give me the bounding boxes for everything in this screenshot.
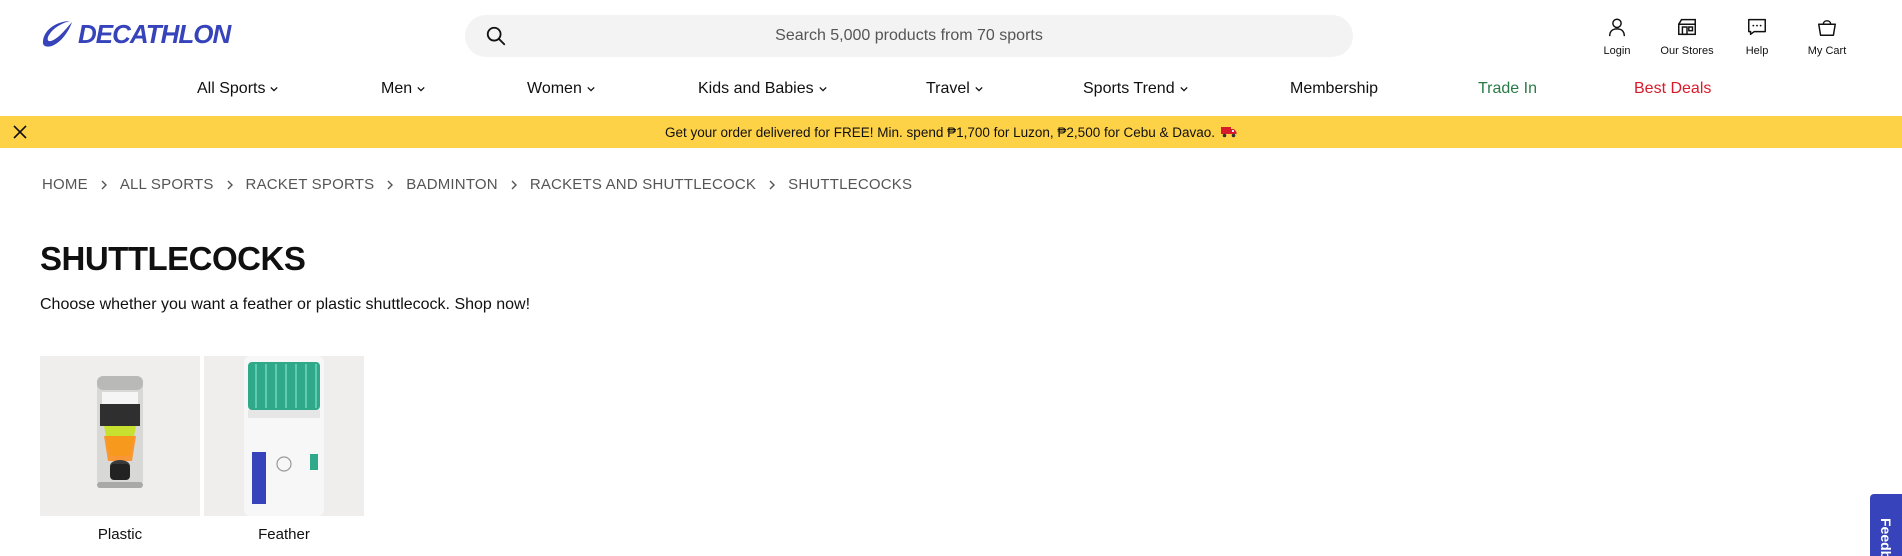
nav-item-label: Travel (926, 80, 970, 97)
nav-item-label: Men (381, 80, 413, 97)
logo-text: DECATHLON (78, 18, 231, 49)
chevron-down-icon (417, 86, 425, 92)
page-title: SHUTTLECOCKS (40, 240, 306, 277)
nav-item-kids-and-babies[interactable]: Kids and Babies (698, 80, 827, 98)
category-label-feather: Feather (258, 526, 310, 543)
our-stores-label: Our Stores (1660, 45, 1714, 57)
breadcrumb-shuttlecocks[interactable]: SHUTTLECOCKS (788, 176, 912, 193)
promo-banner: Get your order delivered for FREE! Min. … (0, 116, 1902, 148)
breadcrumb: HOME ALL SPORTS RACKET SPORTS BADMINTON … (42, 176, 912, 193)
chevron-right-icon (769, 180, 776, 189)
chevron-down-icon (587, 86, 595, 92)
nav-item-men[interactable]: Men (381, 80, 425, 98)
nav-item-women[interactable]: Women (527, 80, 595, 98)
nav-item-best-deals[interactable]: Best Deals (1634, 80, 1711, 98)
breadcrumb-all-sports[interactable]: ALL SPORTS (120, 176, 214, 193)
breadcrumb-racket-sports[interactable]: RACKET SPORTS (246, 176, 375, 193)
nav-item-label: All Sports (197, 80, 266, 97)
chevron-down-icon (818, 86, 827, 92)
category-card-plastic[interactable]: Plastic (40, 356, 200, 543)
login-label: Login (1603, 45, 1631, 57)
chevron-right-icon (101, 180, 107, 189)
chevron-right-icon (387, 180, 394, 189)
help-button[interactable]: Help (1722, 16, 1792, 57)
chevron-right-icon (227, 180, 233, 189)
breadcrumb-badminton[interactable]: BADMINTON (406, 176, 498, 193)
store-icon (1678, 18, 1696, 36)
login-button[interactable]: Login (1582, 16, 1652, 57)
decathlon-logo-icon (42, 21, 72, 47)
nav-item-label: Best Deals (1634, 80, 1712, 97)
delivery-truck-icon (1221, 127, 1237, 138)
feedback-tab[interactable]: Feedback (1870, 494, 1902, 556)
category-cards: Plastic Feather (40, 356, 364, 543)
nav-item-all-sports[interactable]: All Sports (197, 80, 279, 98)
chevron-right-icon (511, 180, 517, 189)
search-bar[interactable] (465, 15, 1353, 57)
search-input[interactable] (465, 15, 1353, 57)
page-description: Choose whether you want a feather or pla… (40, 296, 531, 313)
category-label-plastic: Plastic (97, 526, 143, 543)
decathlon-logo[interactable]: DECATHLON (40, 18, 231, 50)
nav-item-membership[interactable]: Membership (1290, 80, 1378, 98)
plastic-shuttlecock-image (40, 356, 200, 516)
chevron-down-icon (975, 86, 983, 92)
category-card-feather[interactable]: Feather (204, 356, 364, 543)
header-actions: Login Our Stores Help My Cart (1582, 16, 1862, 57)
my-cart-button[interactable]: My Cart (1792, 16, 1862, 57)
nav-item-label: Trade In (1478, 80, 1537, 97)
search-icon[interactable] (485, 25, 507, 47)
main-nav: All Sports Men Women Kids and Babies Tra… (0, 76, 1902, 114)
chat-icon (1748, 18, 1766, 36)
chevron-down-icon (270, 86, 279, 92)
help-label: Help (1745, 45, 1769, 57)
my-cart-label: My Cart (1807, 45, 1847, 57)
nav-item-label: Sports Trend (1083, 80, 1175, 97)
feather-shuttlecock-image (204, 356, 364, 516)
nav-item-label: Kids and Babies (698, 80, 814, 97)
our-stores-button[interactable]: Our Stores (1652, 16, 1722, 57)
promo-banner-text: Get your order delivered for FREE! Min. … (664, 124, 1216, 140)
nav-item-label: Women (527, 80, 582, 97)
chevron-down-icon (1179, 86, 1188, 92)
close-icon[interactable] (12, 124, 28, 140)
nav-item-travel[interactable]: Travel (926, 80, 983, 98)
breadcrumb-rackets-and-shuttlecock[interactable]: RACKETS AND SHUTTLECOCK (530, 176, 756, 193)
breadcrumb-home[interactable]: HOME (42, 176, 88, 193)
nav-item-label: Membership (1290, 80, 1379, 97)
cart-icon (1818, 20, 1836, 36)
nav-item-sports-trend[interactable]: Sports Trend (1083, 80, 1188, 98)
site-header: DECATHLON Login Our Stores (0, 0, 1902, 70)
nav-item-trade-in[interactable]: Trade In (1478, 80, 1537, 98)
feedback-label: Feedback (1878, 518, 1894, 556)
user-icon (1608, 18, 1626, 37)
